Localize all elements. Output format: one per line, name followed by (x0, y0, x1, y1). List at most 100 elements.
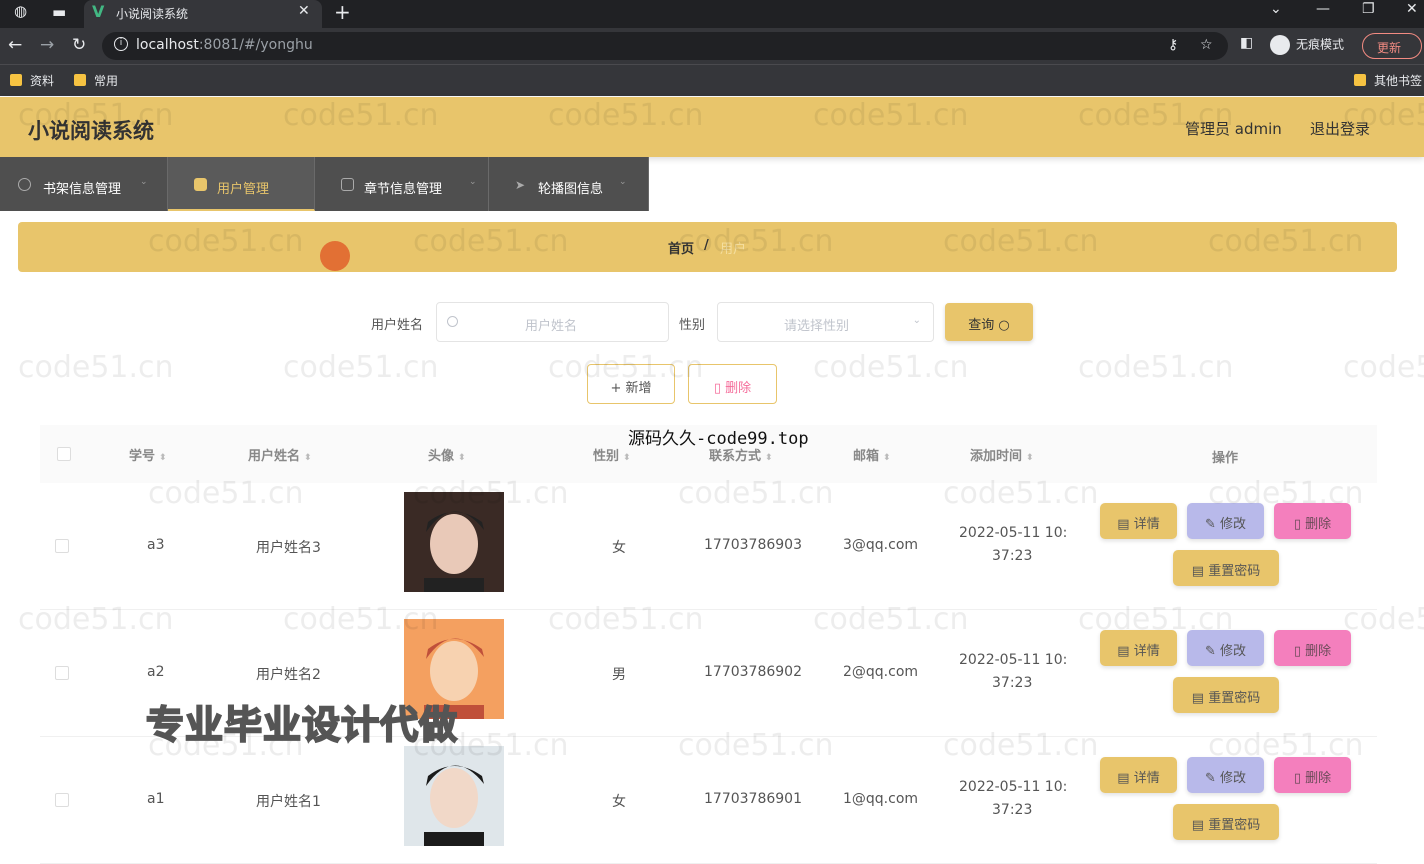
other-bookmarks[interactable]: 其他书签 (1354, 72, 1422, 89)
send-icon: ➤ (515, 178, 526, 192)
reset-password-button[interactable]: ▤ 重置密码 (1173, 804, 1279, 840)
reset-password-button[interactable]: ▤ 重置密码 (1173, 550, 1279, 586)
trash-icon: ▯ (1293, 771, 1301, 786)
browser-tab[interactable]: V 小说阅读系统 ✕ (84, 0, 322, 28)
bookmarks-bar: 资料 常用 其他书签 (0, 64, 1424, 96)
cell-added-time: 2022-05-11 10: (959, 652, 1068, 668)
select-all-checkbox[interactable] (57, 447, 71, 461)
menu-item-users[interactable]: 用户管理 (168, 157, 315, 211)
name-search-input[interactable]: 用户姓名 (436, 302, 669, 342)
watermark: code51.cn (813, 98, 969, 133)
window-icon[interactable]: ▬ (52, 3, 66, 21)
tab-search-icon[interactable]: ⌄ (1270, 1, 1282, 17)
menu-item-carousel[interactable]: ➤ 轮播图信息 ⌄ (489, 157, 649, 211)
watermark: code51.cn (148, 224, 304, 259)
watermark: code51.cn (813, 602, 969, 637)
gender-select[interactable]: 请选择性别 ⌄ (717, 302, 934, 342)
globe-icon[interactable]: ◍ (14, 2, 27, 20)
col-avatar[interactable]: 头像 ⬍ (428, 445, 466, 464)
user-card-icon (194, 178, 207, 191)
watermark: code51.cn (283, 602, 439, 637)
cell-name: 用户姓名2 (256, 667, 321, 683)
watermark: code51.cn (148, 476, 304, 511)
row-checkbox[interactable] (55, 793, 69, 807)
restore-icon[interactable]: ❐ (1362, 1, 1375, 17)
trash-icon: ▯ (1293, 517, 1301, 532)
update-button[interactable]: 更新 (1362, 33, 1422, 59)
watermark: code51.cn (1343, 98, 1424, 133)
cell-added-time: 2022-05-11 10: (959, 525, 1068, 541)
tab-close-icon[interactable]: ✕ (298, 3, 310, 19)
sort-icon: ⬍ (883, 453, 891, 463)
incognito-icon (1270, 35, 1290, 55)
trash-icon: ▯ (1293, 644, 1301, 659)
watermark: code51.cn (678, 476, 834, 511)
document-icon: ▤ (1117, 771, 1130, 786)
col-id[interactable]: 学号 ⬍ (129, 445, 167, 464)
watermark: code51.cn (943, 728, 1099, 763)
forward-icon[interactable]: → (40, 35, 54, 55)
cell-name: 用户姓名1 (256, 794, 321, 810)
reload-icon[interactable]: ↻ (72, 35, 86, 55)
reset-password-button[interactable]: ▤ 重置密码 (1173, 677, 1279, 713)
vue-logo-icon: V (92, 2, 105, 21)
watermark: code51.cn (678, 224, 834, 259)
cell-gender: 女 (612, 540, 626, 556)
col-added-time[interactable]: 添加时间 ⬍ (970, 445, 1034, 464)
chevron-down-icon: ⌄ (140, 177, 148, 187)
menu-item-chapters[interactable]: 章节信息管理 ⌄ (315, 157, 489, 211)
watermark: code51.cn (1208, 224, 1364, 259)
bookmark-folder[interactable]: 常用 (74, 72, 118, 89)
cell-gender: 男 (612, 667, 626, 683)
query-button[interactable]: 查询 ○ (945, 303, 1033, 341)
edit-icon: ✎ (1204, 771, 1216, 786)
incognito-indicator[interactable]: 无痕模式 (1270, 35, 1344, 55)
col-gender[interactable]: 性别 ⬍ (593, 445, 631, 464)
watermark: code51.cn (283, 98, 439, 133)
watermark: code51.cn (943, 476, 1099, 511)
watermark: code51.cn (1078, 98, 1234, 133)
detail-button[interactable]: ▤ 详情 (1100, 503, 1177, 539)
detail-button[interactable]: ▤ 详情 (1100, 757, 1177, 793)
cell-name: 用户姓名3 (256, 540, 321, 556)
minimize-icon[interactable]: — (1316, 1, 1330, 17)
watermark: code51.cn (548, 602, 704, 637)
watermark: code51.cn (548, 350, 704, 385)
menu-item-bookshelf[interactable]: 书架信息管理 ⌄ (0, 157, 168, 211)
url-field[interactable]: i localhost:8081/#/yonghu ⚷ ☆ (102, 32, 1228, 60)
cell-added-time-2: 37:23 (992, 802, 1033, 818)
cell-gender: 女 (612, 794, 626, 810)
cell-id: a3 (147, 537, 165, 553)
document-icon: ▤ (1117, 517, 1130, 532)
name-filter-label: 用户姓名 (371, 318, 424, 333)
row-checkbox[interactable] (55, 666, 69, 680)
watermark: code51.cn (678, 728, 834, 763)
site-info-icon[interactable]: i (114, 37, 128, 51)
watermark: code51.cn (413, 224, 569, 259)
sort-icon: ⬍ (458, 453, 466, 463)
sidepanel-icon[interactable]: ◧ (1240, 35, 1253, 51)
watermark: code51.cn (813, 350, 969, 385)
search-icon: ○ (998, 318, 1010, 333)
watermark: code51.cn (1343, 602, 1424, 637)
watermark: code51.cn (943, 224, 1099, 259)
key-icon[interactable]: ⚷ (1168, 37, 1178, 53)
watermark: code51.cn (1078, 350, 1234, 385)
gender-filter-label: 性别 (679, 318, 706, 333)
col-email[interactable]: 邮箱 ⬍ (853, 445, 891, 464)
delete-button[interactable]: ▯ 删除 (1274, 630, 1351, 666)
col-name[interactable]: 用户姓名 ⬍ (248, 445, 312, 464)
search-icon (447, 316, 458, 327)
sort-icon: ⬍ (623, 453, 631, 463)
new-tab-icon[interactable]: + (334, 0, 351, 24)
back-icon[interactable]: ← (8, 35, 22, 55)
cell-added-time: 2022-05-11 10: (959, 779, 1068, 795)
cell-id: a2 (147, 664, 165, 680)
cursor-highlight (320, 241, 350, 271)
star-icon[interactable]: ☆ (1200, 37, 1213, 53)
watermark: code51.cn (283, 350, 439, 385)
close-window-icon[interactable]: ✕ (1406, 1, 1418, 17)
bookmark-folder[interactable]: 资料 (10, 72, 54, 89)
row-checkbox[interactable] (55, 539, 69, 553)
compass-icon (18, 178, 31, 191)
